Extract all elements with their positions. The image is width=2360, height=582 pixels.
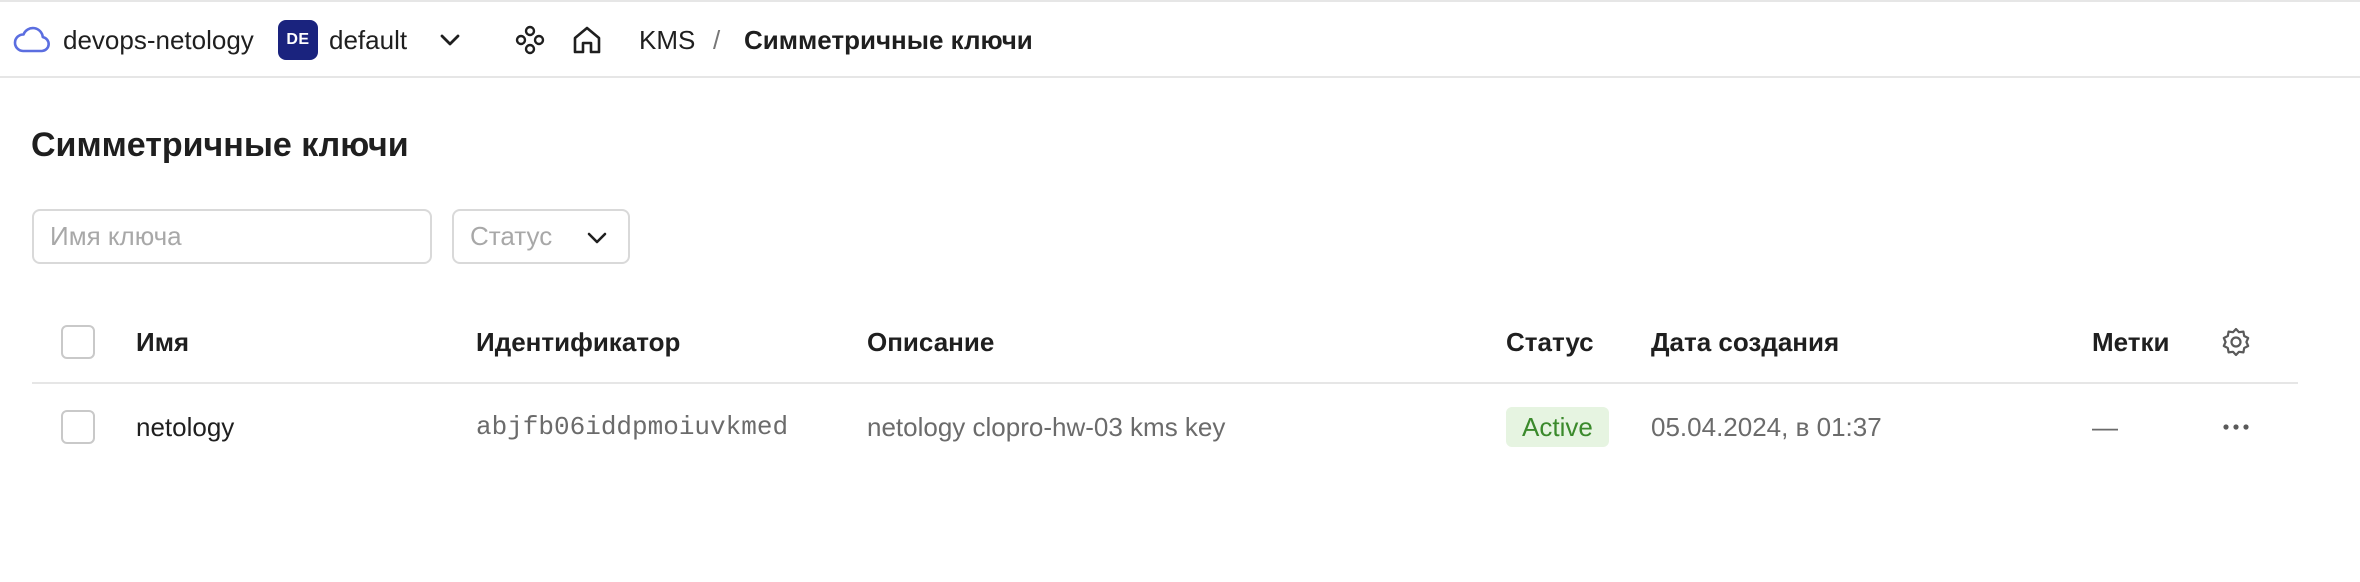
gear-icon [2222, 327, 2250, 357]
keys-table: Имя Идентификатор Описание Статус Дата с… [32, 302, 2298, 470]
column-header-created[interactable]: Дата создания [1651, 302, 1839, 382]
breadcrumb-separator: / [713, 25, 721, 55]
key-labels: — [2092, 411, 2118, 442]
column-header-id[interactable]: Идентификатор [476, 302, 680, 382]
select-all-cell [61, 302, 95, 382]
top-header: devops-netology DE default KMS / Симметр… [0, 0, 2360, 78]
select-all-checkbox[interactable] [61, 325, 95, 359]
folder-name[interactable]: default [329, 22, 407, 58]
breadcrumb-current: Симметричные ключи [744, 25, 1033, 55]
breadcrumb-service[interactable]: KMS [639, 22, 695, 58]
row-select-cell [61, 384, 95, 470]
table-header-row: Имя Идентификатор Описание Статус Дата с… [32, 302, 2298, 384]
column-header-description[interactable]: Описание [867, 302, 994, 382]
row-actions-button[interactable] [2220, 384, 2252, 470]
status-badge: Active [1506, 407, 1609, 447]
status-cell: Active [1506, 384, 1609, 470]
more-horizontal-icon [2223, 424, 2249, 430]
row-checkbox[interactable] [61, 410, 95, 444]
cloud-org-name[interactable]: devops-netology [63, 22, 254, 58]
home-icon[interactable] [570, 23, 604, 57]
column-header-labels[interactable]: Метки [2092, 302, 2170, 382]
key-name-search-input[interactable] [32, 209, 432, 264]
status-filter-label: Статус [470, 221, 553, 251]
chevron-down-icon [587, 232, 607, 244]
key-created-date: 05.04.2024, в 01:37 [1651, 411, 1882, 442]
status-filter-select[interactable]: Статус [452, 209, 630, 264]
chevron-down-icon[interactable] [436, 28, 464, 52]
key-description: netology clopro-hw-03 kms key [867, 411, 1226, 442]
folder-badge: DE [278, 20, 318, 60]
column-header-name[interactable]: Имя [136, 302, 189, 382]
services-icon[interactable] [514, 24, 546, 56]
page-title: Симметричные ключи [31, 126, 409, 164]
cloud-icon [13, 26, 50, 53]
table-settings-button[interactable] [2220, 302, 2252, 382]
column-header-status[interactable]: Статус [1506, 302, 1594, 382]
key-id: abjfb06iddpmoiuvkmed [476, 412, 789, 442]
table-row[interactable]: netology abjfb06iddpmoiuvkmed netology c… [32, 384, 2298, 470]
key-name[interactable]: netology [136, 384, 234, 470]
